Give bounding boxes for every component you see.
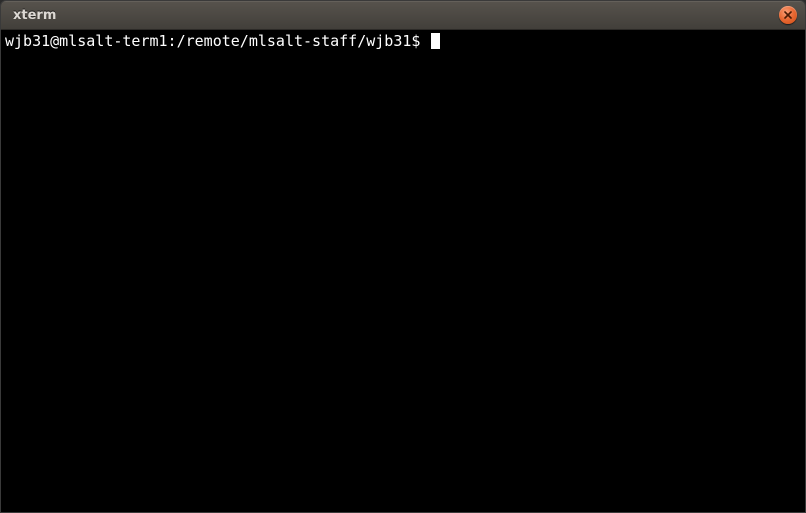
window-title: xterm [13,8,56,23]
titlebar[interactable]: xterm [1,1,805,30]
close-button[interactable] [779,6,797,24]
window-controls [779,6,797,24]
close-icon [784,11,792,19]
terminal-area[interactable]: wjb31@mlsalt-term1:/remote/mlsalt-staff/… [1,30,805,512]
shell-prompt: wjb31@mlsalt-term1:/remote/mlsalt-staff/… [5,32,429,50]
terminal-window: xterm wjb31@mlsalt-term1:/remote/mlsalt-… [0,0,806,513]
text-cursor [431,33,440,49]
